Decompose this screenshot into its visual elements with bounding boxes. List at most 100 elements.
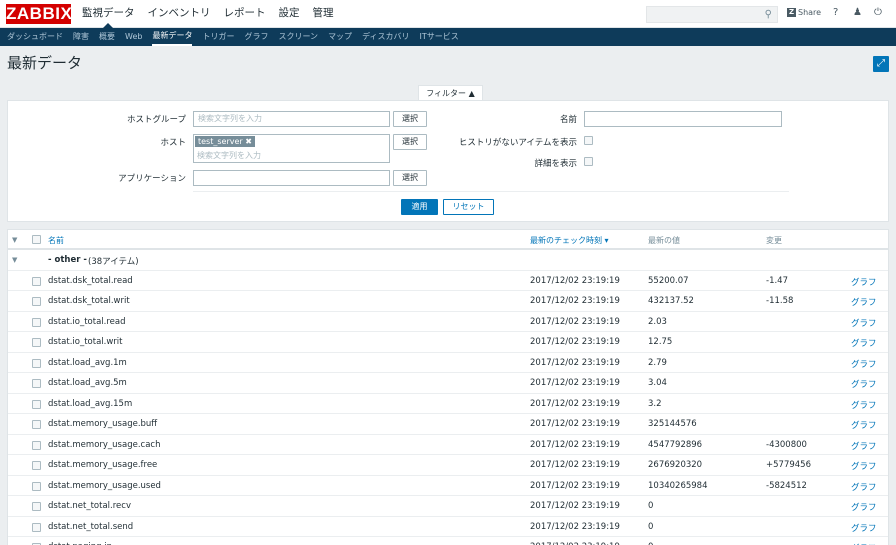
row-checkbox[interactable]	[32, 379, 41, 388]
item-last-check: 2017/12/02 23:19:19	[530, 480, 620, 491]
application-label: アプリケーション	[118, 174, 186, 184]
item-last-value: 2.03	[648, 316, 667, 327]
subnav-overview[interactable]: 概要	[99, 28, 115, 46]
item-last-value: 0	[648, 521, 654, 532]
item-change: -1.47	[766, 275, 788, 286]
item-name: dstat.load_avg.5m	[48, 378, 127, 388]
item-last-value: 0	[648, 501, 654, 511]
row-checkbox[interactable]	[32, 317, 41, 327]
table-row: dstat.memory_usage.buff 2017/12/02 23:19:…	[8, 414, 888, 435]
menu-configuration[interactable]: 設定	[279, 0, 300, 28]
graph-link[interactable]: グラフ	[851, 358, 877, 370]
apply-button[interactable]: 適用	[401, 199, 438, 215]
row-checkbox[interactable]	[32, 420, 41, 429]
row-checkbox[interactable]	[32, 297, 41, 306]
subnav-discovery[interactable]: ディスカバリ	[362, 28, 409, 46]
row-checkbox[interactable]	[32, 276, 41, 286]
select-all-checkbox[interactable]	[32, 235, 41, 244]
host-select-button[interactable]: 選択	[393, 134, 427, 150]
host-group-input[interactable]: 検索文字列を入力	[193, 111, 390, 127]
help-icon[interactable]: ?	[833, 7, 838, 18]
logout-icon[interactable]: ⏻	[874, 7, 882, 18]
graph-link[interactable]: グラフ	[851, 276, 877, 288]
graph-link[interactable]: グラフ	[851, 399, 877, 411]
user-profile-icon[interactable]: ♟	[853, 7, 862, 18]
item-last-value: 4547792896	[648, 439, 703, 450]
zabbix-logo[interactable]: ZABBIX	[6, 4, 72, 24]
subnav-triggers[interactable]: トリガー	[202, 28, 234, 46]
subnav-maps[interactable]: マップ	[328, 28, 352, 46]
item-name: dstat.memory_usage.free	[48, 460, 158, 470]
table-row: dstat.load_avg.15m 2017/12/02 23:19:19 3.2…	[8, 394, 888, 414]
subnav-it-services[interactable]: ITサービス	[420, 28, 459, 46]
filter-tab[interactable]: フィルター ▲	[418, 85, 483, 101]
table-row: dstat.memory_usage.free 2017/12/02 23:19:…	[8, 455, 888, 476]
table-row: dstat.dsk_total.read 2017/12/02 23:19:19 5…	[8, 271, 888, 291]
subnav-graphs[interactable]: グラフ	[244, 28, 268, 46]
row-checkbox[interactable]	[32, 502, 41, 511]
menu-administration[interactable]: 管理	[313, 0, 334, 28]
host-placeholder: 検索文字列を入力	[197, 151, 261, 160]
graph-link[interactable]: グラフ	[851, 296, 877, 308]
subnav-latest-data[interactable]: 最新データ	[152, 28, 193, 46]
item-last-check: 2017/12/02 23:19:19	[530, 275, 620, 286]
item-name: dstat.memory_usage.used	[48, 480, 161, 491]
fullscreen-icon[interactable]: ⤢	[873, 56, 889, 72]
reset-button[interactable]: リセット	[443, 199, 494, 215]
table-row: dstat.paging.in2017/12/02 23:19:190グラフ	[8, 537, 888, 545]
subnav-web[interactable]: Web	[125, 28, 142, 46]
application-select-button[interactable]: 選択	[393, 170, 427, 186]
item-last-check: 2017/12/02 23:19:19	[530, 419, 620, 429]
graph-link[interactable]: グラフ	[851, 378, 877, 390]
menu-reports[interactable]: レポート	[224, 0, 266, 28]
graph-link[interactable]: グラフ	[851, 522, 877, 534]
row-checkbox[interactable]	[32, 399, 41, 409]
search-icon[interactable]: ⚲	[765, 9, 772, 20]
share-link[interactable]: Z Share	[787, 8, 821, 17]
graph-link[interactable]: グラフ	[851, 419, 877, 431]
host-group-select-button[interactable]: 選択	[393, 111, 427, 127]
row-checkbox[interactable]	[32, 338, 41, 347]
host-label: ホスト	[160, 138, 186, 148]
table-row: dstat.net_total.recv 2017/12/02 23:19:19 0…	[8, 496, 888, 517]
item-last-value: 55200.07	[648, 275, 689, 286]
host-group-label: ホストグループ	[127, 115, 186, 125]
graph-link[interactable]: グラフ	[851, 337, 877, 349]
menu-monitoring[interactable]: 監視データ	[82, 0, 135, 28]
subnav-problems[interactable]: 障害	[73, 28, 89, 46]
graph-link[interactable]: グラフ	[851, 440, 877, 452]
application-input[interactable]	[193, 170, 390, 186]
remove-tag-icon[interactable]: ✖	[245, 137, 252, 146]
collapse-all-icon[interactable]: ▼	[12, 236, 17, 244]
item-last-check: 2017/12/02 23:19:19	[530, 337, 620, 347]
table-row: dstat.dsk_total.writ 2017/12/02 23:19:19 4…	[8, 291, 888, 312]
global-search-input[interactable]: ⚲	[646, 6, 778, 23]
no-history-label: ヒストリがないアイテムを表示	[458, 138, 577, 148]
graph-link[interactable]: グラフ	[851, 317, 877, 329]
collapse-group-icon[interactable]: ▼	[12, 256, 17, 264]
graph-link[interactable]: グラフ	[851, 501, 877, 513]
row-checkbox[interactable]	[32, 358, 41, 368]
name-input[interactable]	[584, 111, 782, 127]
subnav-dashboard[interactable]: ダッシュボード	[7, 28, 63, 46]
table-row: dstat.net_total.send 2017/12/02 23:19:19 0…	[8, 517, 888, 537]
details-checkbox[interactable]	[584, 157, 593, 166]
column-name[interactable]: 名前	[48, 235, 64, 246]
table-row: dstat.memory_usage.cach 2017/12/02 23:19:…	[8, 435, 888, 455]
no-history-checkbox[interactable]	[584, 136, 593, 145]
menu-inventory[interactable]: インベントリ	[148, 0, 211, 28]
item-name: dstat.load_avg.15m	[48, 398, 133, 409]
item-last-value: 325144576	[648, 419, 697, 429]
graph-link[interactable]: グラフ	[851, 481, 877, 493]
host-tag[interactable]: test_server ✖	[195, 136, 255, 147]
item-last-value: 3.2	[648, 398, 662, 409]
row-checkbox[interactable]	[32, 461, 41, 470]
item-name: dstat.net_total.recv	[48, 501, 131, 511]
column-last-check[interactable]: 最新のチェック時刻 ▾	[530, 235, 609, 246]
row-checkbox[interactable]	[32, 522, 41, 532]
row-checkbox[interactable]	[32, 481, 41, 491]
subnav-screens[interactable]: スクリーン	[278, 28, 318, 46]
row-checkbox[interactable]	[32, 440, 41, 450]
name-label: 名前	[559, 115, 577, 125]
graph-link[interactable]: グラフ	[851, 460, 877, 472]
